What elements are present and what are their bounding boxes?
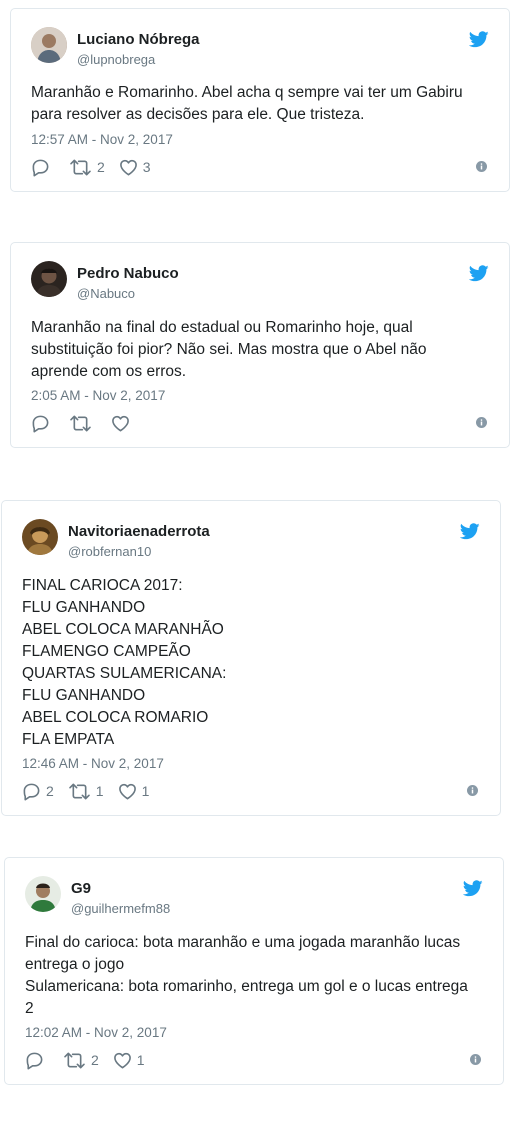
tweet-text-line: ABEL COLOCA MARANHÃO [22, 621, 224, 638]
twitter-bird-icon[interactable] [469, 31, 489, 48]
author-name[interactable]: Pedro Nabuco [77, 265, 179, 282]
author-name[interactable]: Luciano Nóbrega [77, 31, 200, 48]
reply-button[interactable] [31, 158, 55, 177]
tweet-text-line: Final do carioca: bota maranhão e uma jo… [25, 934, 461, 951]
retweet-button[interactable]: 1 [68, 782, 104, 801]
author-name[interactable]: Navitoriaenaderrota [68, 523, 210, 540]
tweet-timestamp[interactable]: 12:57 AM - Nov 2, 2017 [31, 132, 173, 147]
retweet-count: 2 [97, 159, 105, 175]
heart-icon [119, 158, 138, 177]
author-handle[interactable]: @lupnobrega [77, 52, 155, 67]
reply-button[interactable] [25, 1051, 49, 1070]
reply-icon [22, 782, 41, 801]
retweet-button[interactable]: 2 [63, 1051, 99, 1070]
reply-button[interactable] [31, 414, 55, 433]
tweet-text-line: 2 [25, 1000, 34, 1017]
tweet-text: Final do carioca: bota maranhão e uma jo… [25, 932, 468, 1020]
like-button[interactable]: 1 [118, 782, 150, 801]
avatar[interactable] [22, 519, 58, 555]
retweet-icon [68, 782, 91, 801]
tweet-timestamp[interactable]: 2:05 AM - Nov 2, 2017 [31, 388, 165, 403]
retweet-count: 1 [95, 783, 104, 799]
heart-icon [111, 414, 130, 433]
like-count: 1 [136, 1052, 145, 1068]
tweet-card[interactable]: Navitoriaenaderrota @robfernan10 FINAL C… [1, 500, 501, 816]
tweet-card[interactable]: Pedro Nabuco @Nabuco Maranhão na final d… [10, 242, 510, 448]
tweet-card[interactable]: G9 @guilhermefm88 Final do carioca: bota… [4, 857, 504, 1085]
tweet-text-line: FLU GANHANDO [22, 687, 146, 704]
tweet-text-line: para resolver as decisões para ele. Que … [31, 106, 365, 123]
author-handle[interactable]: @robfernan10 [68, 544, 151, 559]
info-icon[interactable] [470, 1054, 481, 1065]
reply-button[interactable]: 2 [22, 782, 54, 801]
tweet-text-line: Sulamericana: bota romarinho, entrega um… [25, 978, 468, 995]
tweet-text-line: substituição foi pior? Não sei. Mas most… [31, 341, 427, 358]
info-icon[interactable] [476, 417, 487, 428]
reply-icon [31, 158, 50, 177]
like-button[interactable] [111, 414, 135, 433]
author-handle[interactable]: @guilhermefm88 [71, 901, 170, 916]
like-count: 3 [142, 159, 151, 175]
twitter-bird-icon[interactable] [469, 265, 489, 282]
retweet-count: 2 [91, 1052, 99, 1068]
heart-icon [118, 782, 137, 801]
tweet-text-line: FLA EMPATA [22, 731, 115, 748]
reply-icon [25, 1051, 44, 1070]
tweet-text: Maranhão na final do estadual ou Romarin… [31, 317, 426, 383]
retweet-button[interactable] [69, 414, 97, 433]
tweet-timestamp[interactable]: 12:02 AM - Nov 2, 2017 [25, 1025, 167, 1040]
tweet-actions: 2 1 [25, 1050, 159, 1070]
info-icon[interactable] [467, 785, 478, 796]
info-icon[interactable] [476, 161, 487, 172]
reply-count: 2 [46, 783, 54, 799]
tweet-actions: 2 1 1 [22, 781, 163, 801]
like-count: 1 [141, 783, 150, 799]
like-button[interactable]: 3 [119, 158, 151, 177]
tweet-text-line: Maranhão na final do estadual ou Romarin… [31, 319, 413, 336]
tweet-text: Maranhão e Romarinho. Abel acha q sempre… [31, 82, 463, 126]
retweet-button[interactable]: 2 [69, 158, 105, 177]
tweet-text-line: entrega o jogo [25, 956, 125, 973]
retweet-icon [69, 414, 92, 433]
tweet-text-line: FLU GANHANDO [22, 599, 146, 616]
twitter-bird-icon[interactable] [463, 880, 483, 897]
tweet-text-line: Maranhão e Romarinho. Abel acha q sempre… [31, 84, 463, 101]
author-handle[interactable]: @Nabuco [77, 286, 135, 301]
tweet-timestamp[interactable]: 12:46 AM - Nov 2, 2017 [22, 756, 164, 771]
avatar[interactable] [31, 261, 67, 297]
tweet-text-line: QUARTAS SULAMERICANA: [22, 665, 227, 682]
retweet-icon [63, 1051, 86, 1070]
avatar[interactable] [25, 876, 61, 912]
reply-icon [31, 414, 50, 433]
heart-icon [113, 1051, 132, 1070]
like-button[interactable]: 1 [113, 1051, 145, 1070]
tweet-text-line: ABEL COLOCA ROMARIO [22, 709, 209, 726]
author-name[interactable]: G9 [71, 880, 91, 897]
tweet-actions [31, 413, 149, 433]
tweet-text-line: FINAL CARIOCA 2017: [22, 577, 183, 594]
twitter-bird-icon[interactable] [460, 523, 480, 540]
tweet-card[interactable]: Luciano Nóbrega @lupnobrega Maranhão e R… [10, 8, 510, 192]
tweet-text-line: aprende com os erros. [31, 363, 187, 380]
retweet-icon [69, 158, 92, 177]
avatar[interactable] [31, 27, 67, 63]
tweet-text: FINAL CARIOCA 2017: FLU GANHANDO ABEL CO… [22, 575, 226, 751]
tweet-text-line: FLAMENGO CAMPEÃO [22, 643, 191, 660]
tweet-actions: 2 3 [31, 157, 165, 177]
